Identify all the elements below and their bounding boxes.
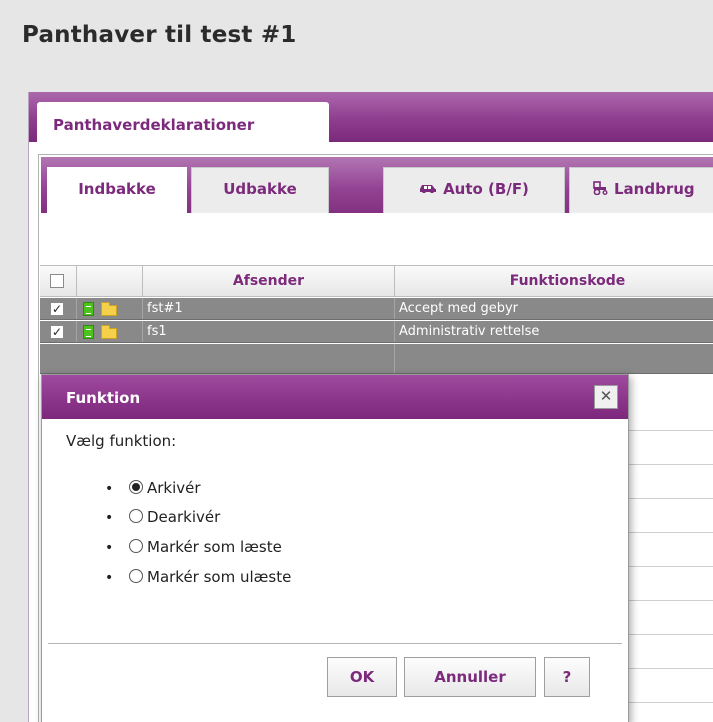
column-header-afsender[interactable]: Afsender [143,266,395,297]
table-row [626,670,713,703]
tab-auto[interactable]: Auto (B/F) [383,167,565,213]
outer-tabbar: Panthaverdeklarationer [29,92,713,142]
option-label: Dearkivér [147,508,221,526]
close-icon[interactable]: ✕ [594,385,618,409]
folder-icon[interactable] [101,302,117,316]
option-label: Markér som ulæste [147,568,292,586]
page-title: Panthaver til test #1 [22,22,297,48]
radio-marker-som-ulaeste[interactable] [129,569,143,583]
cancel-button[interactable]: Annuller [404,657,536,697]
row-sender: fs1 [147,324,167,339]
car-icon [420,185,437,193]
table-row[interactable]: ✓ fs1 Administrativ rettelse [40,321,713,343]
ok-button[interactable]: OK [327,657,397,697]
option-marker-som-ulaeste[interactable]: • Markér som ulæste [105,568,291,586]
column-header-funktionskode[interactable]: Funktionskode [395,266,713,297]
tab-indbakke[interactable]: Indbakke [47,167,187,214]
tab-auto-label: Auto (B/F) [443,180,529,198]
table-row [626,500,713,533]
table-row [626,602,713,635]
table-row[interactable] [40,344,713,374]
option-label: Markér som læste [147,538,282,556]
table-row[interactable]: ✓ fst#1 Accept med gebyr [40,298,713,320]
document-icon[interactable] [83,302,94,316]
row-checkbox[interactable]: ✓ [50,302,64,316]
dialog-title: Funktion [66,389,141,407]
radio-arkiver[interactable] [129,480,143,494]
grid-header: Afsender Funktionskode [40,265,713,297]
select-all-checkbox[interactable] [50,274,64,288]
tractor-icon [593,181,608,195]
funktion-dialog: Funktion ✕ Vælg funktion: • Arkivér • Dear… [41,374,629,722]
dialog-prompt: Vælg funktion: [66,432,177,450]
help-button[interactable]: ? [544,657,590,697]
row-checkbox[interactable]: ✓ [50,325,64,339]
row-function-code: Accept med gebyr [399,301,519,316]
select-all-cell [40,266,77,297]
tab-indbakke-label: Indbakke [78,180,156,198]
document-icon[interactable] [83,325,94,339]
radio-dearkiver[interactable] [129,509,143,523]
table-row [626,568,713,601]
table-row [626,398,713,431]
dialog-divider [48,643,622,644]
folder-icon[interactable] [101,325,117,339]
radio-marker-som-laeste[interactable] [129,539,143,553]
icon-column-header [77,266,143,297]
row-function-code: Administrativ rettelse [399,324,540,339]
table-row [626,636,713,669]
table-row [626,466,713,499]
tab-udbakke-label: Udbakke [223,180,297,198]
table-row [626,534,713,567]
tab-landbrug-label: Landbrug [614,180,695,198]
tab-udbakke[interactable]: Udbakke [191,167,329,213]
option-dearkiver[interactable]: • Dearkivér [105,508,220,526]
option-label: Arkivér [147,479,201,497]
tab-panthaverdeklarationer[interactable]: Panthaverdeklarationer [37,102,329,142]
option-arkiver[interactable]: • Arkivér [105,479,201,497]
dialog-title-bar[interactable]: Funktion [42,375,628,419]
inner-tabbar: Indbakke Udbakke Auto (B/F) Landbrug [41,157,713,214]
option-marker-som-laeste[interactable]: • Markér som læste [105,538,282,556]
row-sender: fst#1 [147,301,183,316]
tab-landbrug[interactable]: Landbrug [569,167,713,213]
table-row [626,432,713,465]
